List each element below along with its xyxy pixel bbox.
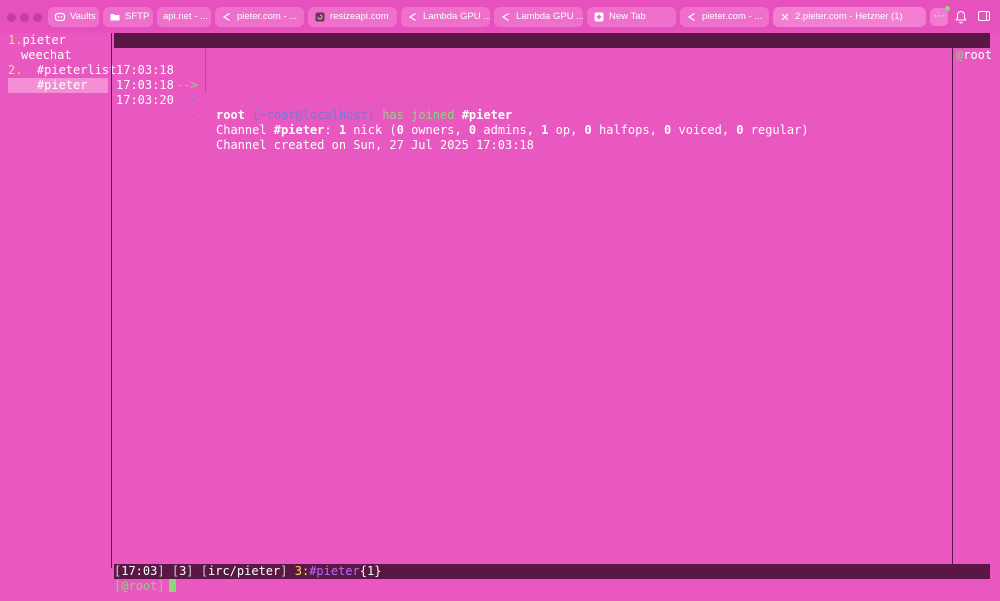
notification-dot [945,6,950,11]
buffer-item-pieter[interactable]: 3. #pieter [8,78,108,93]
input-line[interactable]: [@root] [114,579,176,594]
lambda-icon [501,12,511,22]
tab-resizeapi[interactable]: resizeapi.com [308,7,397,27]
tab-sftp[interactable]: SFTP [103,7,153,27]
buffer-item-server[interactable]: 1.pieter [8,33,112,48]
resize-icon [315,12,325,22]
join-message: root (~root@localhost) has joined #piete… [216,108,513,122]
input-nick: root [128,579,158,593]
discord-icon [54,12,66,22]
status-modes: {1} [359,564,382,578]
status-channel: #pieter [309,564,360,578]
tab-pieter-com-1[interactable]: pieter.com - ... [215,7,304,27]
browser-tab-bar: Vaults SFTP api.net - ... pieter.com - .… [0,0,1000,33]
tab-vaults[interactable]: Vaults [48,7,99,27]
prefix-separator [205,48,206,63]
bell-icon[interactable] [955,10,967,24]
tab-pieter-com-2[interactable]: pieter.com - ... [680,7,769,27]
folder-icon [110,12,120,22]
lambda-icon [408,12,418,22]
buffer-item-pieterlist[interactable]: 2. #pieterlist [8,63,116,78]
buflist-divider [111,33,112,568]
lambda-icon [222,12,232,22]
chat-area: 17:03:18 --> root (~root@localhost) has … [114,48,950,152]
text-cursor [168,579,176,592]
status-server: irc/pieter [208,564,281,578]
tab-hetzner-active[interactable]: 2.pieter.com - Hetzner (1) [773,7,926,27]
title-bar [114,33,990,48]
zoom-window-button[interactable] [33,13,42,22]
close-window-button[interactable] [7,13,16,22]
chat-line-nick-count: 17:03:18 -- Channel #pieter: 1 nick (0 o… [114,63,950,137]
prefix-separator [205,63,206,78]
status-buffer-number: 3 [294,564,302,578]
chat-line-created: 17:03:20 -- Channel created on Sun, 27 J… [114,78,950,152]
tab-new-tab[interactable]: New Tab [587,7,676,27]
nick-count-message: Channel #pieter: 1 nick (0 owners, 0 adm… [216,123,809,137]
nicklist-item-root[interactable]: @root [956,48,992,63]
nicklist-divider [952,48,953,568]
tab-lambda-gpu-1[interactable]: Lambda GPU ... [401,7,490,27]
sidebar-toggle-icon[interactable] [978,11,990,21]
status-bar: [17:03] [3] [irc/pieter] 3:#pieter{1} [114,564,990,579]
prefix-separator [205,78,206,93]
created-message: Channel created on Sun, 27 Jul 2025 17:0… [216,138,534,152]
terminal-window[interactable]: 1.pieter weechat 2. #pieterlist 3. #piet… [0,33,1000,601]
chat-line-join: 17:03:18 --> root (~root@localhost) has … [114,48,950,122]
buffer-item-weechat[interactable]: weechat [8,48,112,63]
status-time: 17:03 [121,564,158,578]
tab-lambda-gpu-2[interactable]: Lambda GPU ... [494,7,583,27]
plus-icon [594,12,604,22]
tab-api-net[interactable]: api.net - ... [157,7,211,27]
buffer-list: 1.pieter weechat 2. #pieterlist 3. #piet… [8,33,116,93]
minimize-window-button[interactable] [20,13,29,22]
close-icon[interactable] [780,12,790,22]
lambda-icon [687,12,697,22]
nicklist: @root [956,48,992,63]
